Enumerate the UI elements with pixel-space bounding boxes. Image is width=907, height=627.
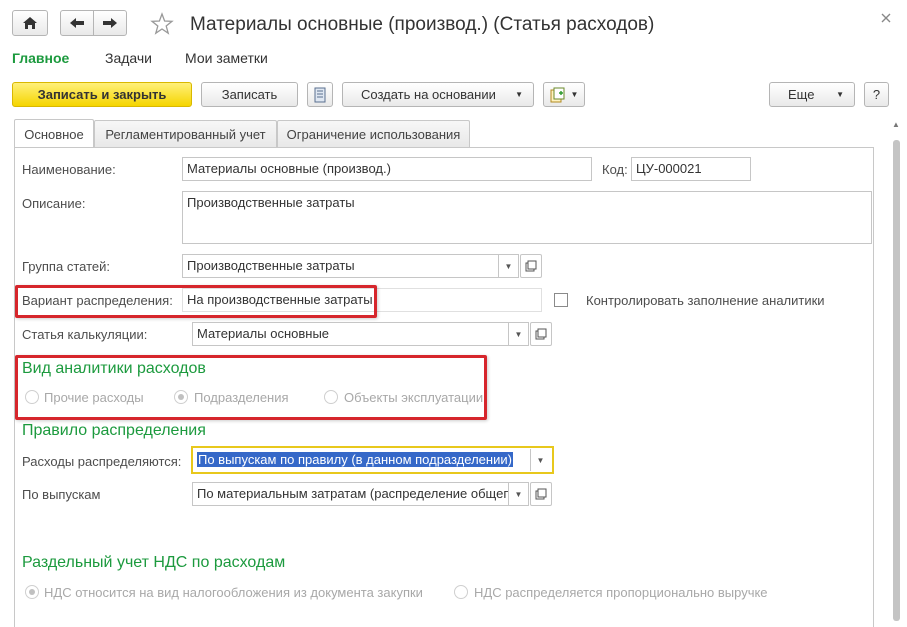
nav-tasks[interactable]: Задачи xyxy=(105,50,152,66)
report-icon xyxy=(314,87,326,102)
save-close-button[interactable]: Записать и закрыть xyxy=(12,82,192,107)
group-label: Группа статей: xyxy=(22,259,110,274)
more-button[interactable]: Еще ▼ xyxy=(769,82,855,107)
save-button[interactable]: Записать xyxy=(201,82,298,107)
distributed-label: Расходы распределяются: xyxy=(22,454,182,469)
chevron-down-icon: ▼ xyxy=(514,489,523,499)
distributed-dropdown-button[interactable]: ▼ xyxy=(530,449,550,471)
calc-label: Статья калькуляции: xyxy=(22,327,148,342)
back-button[interactable] xyxy=(60,10,94,36)
calc-select[interactable]: Материалы основные xyxy=(192,322,529,346)
analytics-highlight xyxy=(15,355,487,420)
close-button[interactable] xyxy=(880,12,896,28)
description-textarea[interactable]: Производственные затраты xyxy=(182,191,872,244)
window-title: Материалы основные (производ.) (Статья р… xyxy=(190,14,655,35)
description-label: Описание: xyxy=(22,196,86,211)
group-dropdown-button[interactable]: ▼ xyxy=(498,255,518,277)
tab-main[interactable]: Основное xyxy=(14,119,94,148)
close-icon xyxy=(881,13,891,23)
vat-section-title: Раздельный учет НДС по расходам xyxy=(22,554,286,571)
radio-vat-from-purchase[interactable] xyxy=(25,585,39,599)
by-output-open-button[interactable] xyxy=(530,482,552,506)
distributed-value: По выпускам по правилу (в данном подразд… xyxy=(197,452,513,467)
arrow-left-icon xyxy=(70,18,84,28)
help-button[interactable]: ? xyxy=(864,82,889,107)
calc-value: Материалы основные xyxy=(197,326,330,341)
group-select[interactable]: Производственные затраты xyxy=(182,254,519,278)
create-based-label: Создать на основании xyxy=(361,87,496,102)
radio-vat-proportional[interactable] xyxy=(454,585,468,599)
open-icon xyxy=(535,328,547,340)
code-input[interactable]: ЦУ-000021 xyxy=(631,157,751,181)
attach-menu-button[interactable]: ▼ xyxy=(543,82,585,107)
by-output-dropdown-button[interactable]: ▼ xyxy=(508,483,528,505)
radio-vat-from-purchase-label: НДС относится на вид налогообложения из … xyxy=(44,585,423,600)
home-icon xyxy=(23,17,37,29)
chevron-down-icon: ▼ xyxy=(536,455,545,465)
variant-highlight xyxy=(15,285,377,318)
by-output-label: По выпускам xyxy=(22,487,101,502)
star-icon xyxy=(150,12,174,35)
chevron-down-icon: ▼ xyxy=(504,261,513,271)
control-analytics-label: Контролировать заполнение аналитики xyxy=(586,293,825,308)
code-label: Код: xyxy=(602,162,628,177)
chevron-down-icon: ▼ xyxy=(570,90,579,99)
nav-main[interactable]: Главное xyxy=(12,50,69,66)
open-icon xyxy=(525,260,537,272)
name-label: Наименование: xyxy=(22,162,116,177)
by-output-value: По материальным затратам (распределение … xyxy=(197,486,511,501)
arrow-right-icon xyxy=(103,18,117,28)
calc-dropdown-button[interactable]: ▼ xyxy=(508,323,528,345)
attach-icon xyxy=(550,87,565,102)
nav-notes[interactable]: Мои заметки xyxy=(185,50,268,66)
control-analytics-checkbox[interactable] xyxy=(554,293,568,307)
more-label: Еще xyxy=(788,87,815,102)
tab-regulated[interactable]: Регламентированный учет xyxy=(94,120,277,147)
by-output-select[interactable]: По материальным затратам (распределение … xyxy=(192,482,529,506)
group-value: Производственные затраты xyxy=(187,258,355,273)
forward-button[interactable] xyxy=(93,10,127,36)
chevron-down-icon: ▼ xyxy=(514,329,523,339)
open-icon xyxy=(535,488,547,500)
group-open-button[interactable] xyxy=(520,254,542,278)
chevron-down-icon: ▼ xyxy=(836,90,844,99)
distributed-select[interactable]: По выпускам по правилу (в данном подразд… xyxy=(191,446,554,474)
tab-usage-limit[interactable]: Ограничение использования xyxy=(277,120,470,147)
calc-open-button[interactable] xyxy=(530,322,552,346)
scrollbar[interactable]: ▲ xyxy=(889,120,903,621)
scroll-thumb[interactable] xyxy=(893,140,900,621)
name-input[interactable]: Материалы основные (производ.) xyxy=(182,157,592,181)
chevron-down-icon: ▼ xyxy=(515,90,523,99)
home-button[interactable] xyxy=(12,10,48,36)
rule-section-title: Правило распределения xyxy=(22,422,206,439)
scroll-up-icon[interactable]: ▲ xyxy=(892,120,900,129)
report-button[interactable] xyxy=(307,82,333,107)
favorite-star-button[interactable] xyxy=(150,12,174,36)
radio-vat-proportional-label: НДС распределяется пропорционально выруч… xyxy=(474,585,768,600)
create-based-button[interactable]: Создать на основании ▼ xyxy=(342,82,534,107)
